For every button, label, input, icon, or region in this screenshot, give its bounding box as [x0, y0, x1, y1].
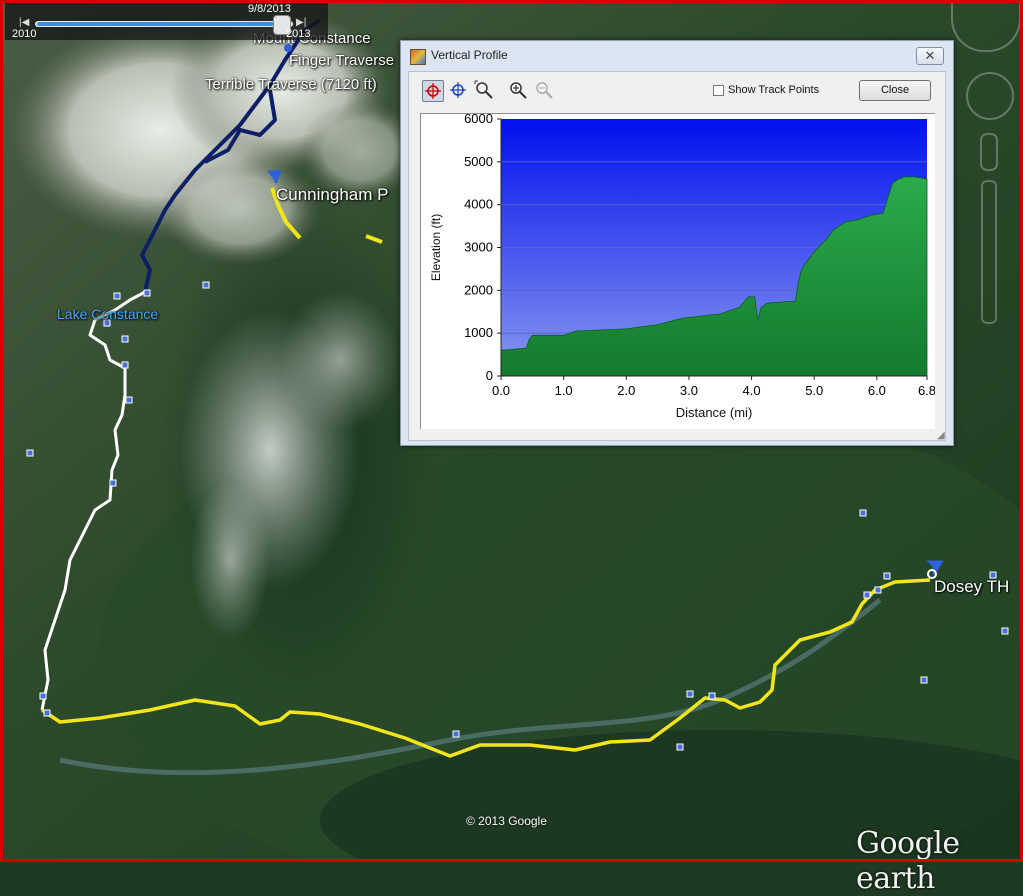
- y-tick-label: 6000: [464, 114, 493, 126]
- y-tick-label: 4000: [464, 197, 493, 212]
- zoom-out-icon[interactable]: [534, 80, 556, 102]
- label-cunningham[interactable]: Cunningham P: [276, 185, 388, 205]
- zoom-in-icon[interactable]: [508, 80, 530, 102]
- x-tick-label: 6.8: [918, 383, 935, 398]
- timeline-fill: [37, 22, 284, 26]
- label-dosey-th[interactable]: Dosey TH: [934, 577, 1009, 597]
- window-titlebar[interactable]: Vertical Profile ✕: [401, 41, 953, 71]
- label-terrible-traverse[interactable]: Terrible Traverse (7120 ft): [205, 76, 377, 93]
- zoom-slider[interactable]: [981, 180, 997, 324]
- x-tick-label: 1.0: [555, 383, 573, 398]
- y-axis-label: Elevation (ft): [429, 214, 443, 281]
- y-axis-ticks: 0 1000 2000 3000 4000 5000 6000: [464, 111, 501, 383]
- timeline-start-icon[interactable]: |◀: [19, 17, 29, 28]
- x-tick-label: 0.0: [492, 383, 510, 398]
- x-tick-label: 6.0: [868, 383, 886, 398]
- move-joystick-icon[interactable]: [966, 72, 1014, 120]
- vertical-profile-window[interactable]: Vertical Profile ✕ Show Track Points Clo…: [400, 40, 954, 446]
- crosshair-blue-icon[interactable]: [448, 80, 470, 102]
- show-track-points-label[interactable]: Show Track Points: [728, 84, 819, 96]
- map-copyright: © 2013 Google: [466, 814, 547, 828]
- timeline-end-icon[interactable]: ▶|: [296, 17, 306, 28]
- x-axis-label: Distance (mi): [676, 405, 753, 420]
- street-view-pegman-icon[interactable]: [980, 133, 998, 171]
- profile-plot-frame: 0 1000 2000 3000 4000 5000 6000 0.0 1.0 2.0 3.0 4.…: [420, 111, 936, 429]
- timeline-start-label: 2010: [12, 28, 37, 40]
- timeline-track[interactable]: [35, 21, 293, 27]
- resize-grip-icon[interactable]: ◢: [937, 430, 945, 441]
- x-tick-label: 5.0: [805, 383, 823, 398]
- x-tick-label: 3.0: [680, 383, 698, 398]
- x-tick-label: 2.0: [617, 383, 635, 398]
- window-client-area: Show Track Points Close 0 1000 2000 3000…: [408, 71, 946, 441]
- elevation-profile-chart[interactable]: 0 1000 2000 3000 4000 5000 6000 0.0 1.0 2.0 3.0 4.…: [421, 111, 936, 429]
- show-track-points-checkbox[interactable]: [713, 85, 724, 96]
- x-tick-label: 4.0: [743, 383, 761, 398]
- y-tick-label: 2000: [464, 282, 493, 297]
- timeline-end-label: 2013: [286, 28, 311, 40]
- y-tick-label: 0: [486, 368, 493, 383]
- zoom-region-icon[interactable]: [474, 80, 496, 102]
- close-button[interactable]: Close: [859, 80, 931, 101]
- y-tick-label: 1000: [464, 325, 493, 340]
- google-earth-logo: Google earth: [856, 826, 960, 896]
- historical-imagery-slider[interactable]: |◀ ▶| 2010 2013 9/8/2013: [5, 3, 328, 40]
- label-lake-constance[interactable]: Lake Constance: [57, 306, 158, 322]
- y-tick-label: 5000: [464, 154, 493, 169]
- y-tick-label: 3000: [464, 240, 493, 255]
- window-close-x-button[interactable]: ✕: [916, 47, 944, 65]
- label-finger-traverse[interactable]: Finger Traverse: [289, 52, 394, 69]
- profile-window-icon: [410, 49, 426, 65]
- crosshair-red-icon[interactable]: [422, 80, 444, 102]
- window-title: Vertical Profile: [431, 48, 508, 62]
- timeline-current-date: 9/8/2013: [248, 3, 291, 15]
